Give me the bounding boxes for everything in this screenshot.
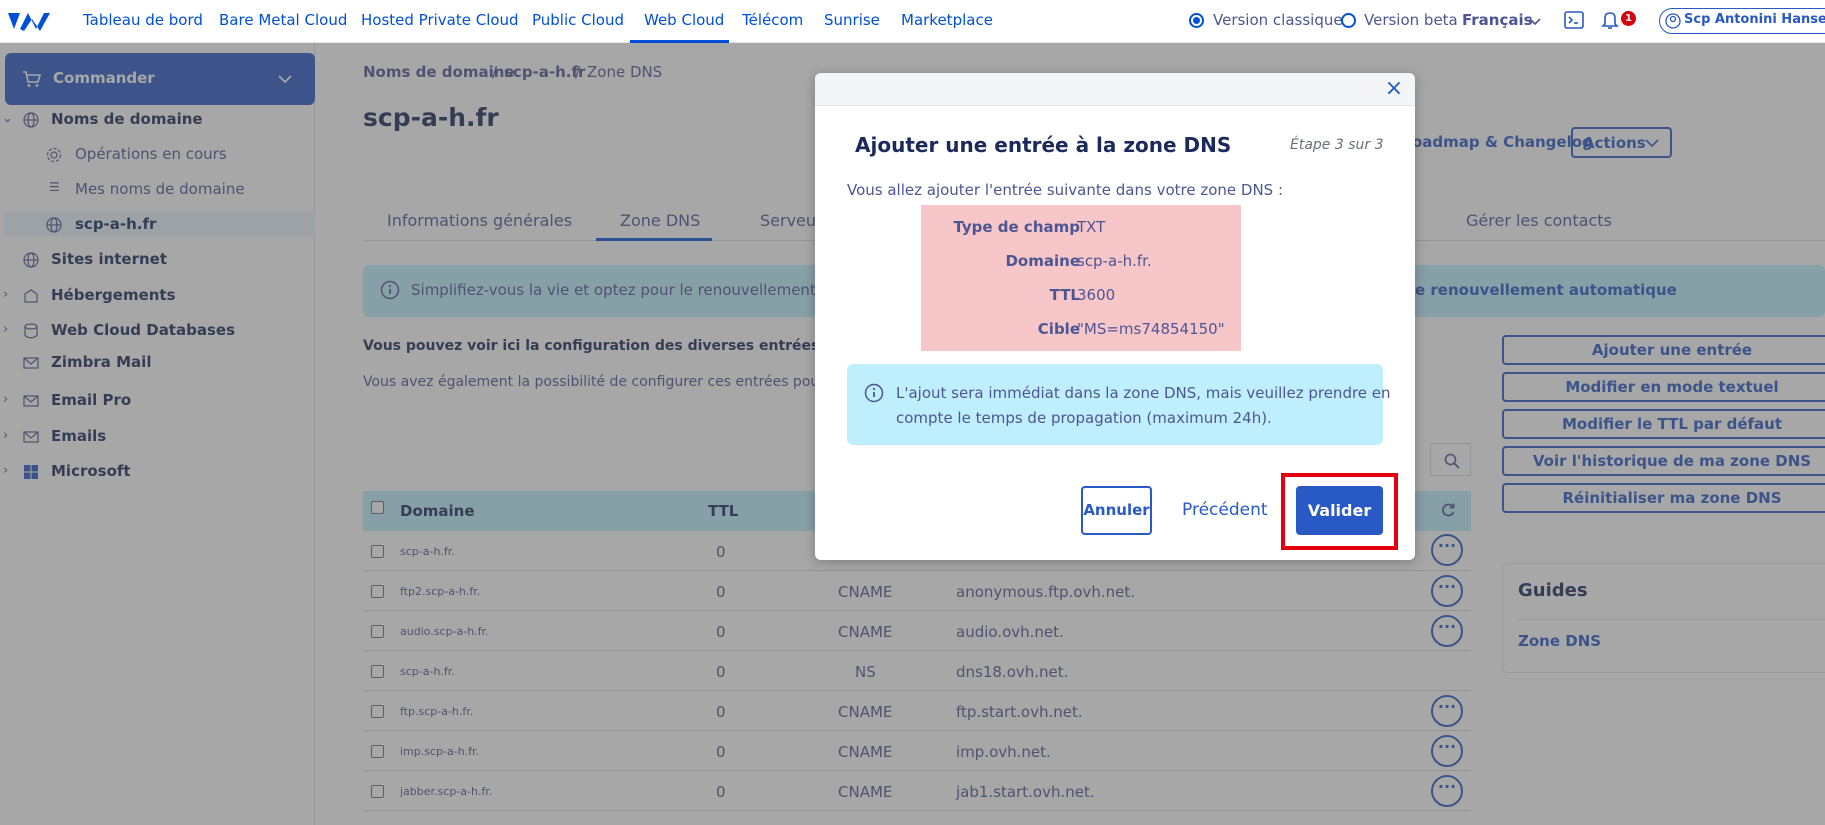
account-name[interactable]: Scp Antonini Hanser et <box>1684 12 1825 27</box>
modal-title: Ajouter une entrée à la zone DNS <box>855 133 1232 157</box>
modal-intro-text: Vous allez ajouter l'entrée suivante dan… <box>847 181 1284 199</box>
info-icon <box>864 383 884 403</box>
previous-button[interactable]: Précédent <box>1182 500 1268 520</box>
version-classic-radio[interactable] <box>1189 13 1204 28</box>
modal-step-indicator: Étape 3 sur 3 <box>1290 137 1384 153</box>
top-navigation: Tableau de bord Bare Metal Cloud Hosted … <box>0 0 1825 43</box>
notification-badge: 1 <box>1621 11 1636 26</box>
nav-tableau-de-bord[interactable]: Tableau de bord <box>83 11 203 29</box>
version-beta-radio[interactable] <box>1341 13 1356 28</box>
version-beta-label[interactable]: Version beta <box>1364 11 1458 29</box>
bell-icon[interactable] <box>1600 10 1620 30</box>
entry-label-ttl: TTL <box>1049 286 1080 304</box>
cancel-button[interactable]: Annuler <box>1081 486 1152 535</box>
validate-highlight-frame <box>1281 473 1398 550</box>
entry-label-type: Type de champ <box>953 218 1080 236</box>
chevron-down-icon <box>1529 18 1541 26</box>
language-select[interactable]: Français <box>1462 11 1533 29</box>
entry-value-type: TXT <box>1077 218 1106 236</box>
ovh-logo-icon[interactable] <box>6 9 50 33</box>
version-classic-label[interactable]: Version classique <box>1213 11 1343 29</box>
propagation-info-box <box>847 364 1383 445</box>
entry-value-domain: scp-a-h.fr. <box>1077 252 1152 270</box>
nav-sunrise[interactable]: Sunrise <box>824 11 880 29</box>
nav-marketplace[interactable]: Marketplace <box>901 11 993 29</box>
close-icon[interactable]: × <box>1382 77 1406 101</box>
terminal-icon[interactable] <box>1564 10 1584 30</box>
nav-public-cloud[interactable]: Public Cloud <box>532 11 624 29</box>
entry-label-target: Cible <box>1037 320 1080 338</box>
entry-label-domain: Domaine <box>1005 252 1080 270</box>
nav-web-cloud[interactable]: Web Cloud <box>644 11 724 29</box>
user-icon <box>1665 13 1681 29</box>
entry-value-ttl: 3600 <box>1077 286 1116 304</box>
nav-telecom[interactable]: Télécom <box>742 11 803 29</box>
active-tab-indicator <box>630 40 729 43</box>
propagation-info-text: compte le temps de propagation (maximum … <box>896 409 1272 427</box>
nav-bare-metal-cloud[interactable]: Bare Metal Cloud <box>219 11 347 29</box>
propagation-info-text: L'ajout sera immédiat dans la zone DNS, … <box>896 384 1391 402</box>
modal-header <box>815 73 1415 106</box>
entry-value-target: "MS=ms74854150" <box>1077 320 1225 338</box>
nav-hosted-private-cloud[interactable]: Hosted Private Cloud <box>361 11 519 29</box>
